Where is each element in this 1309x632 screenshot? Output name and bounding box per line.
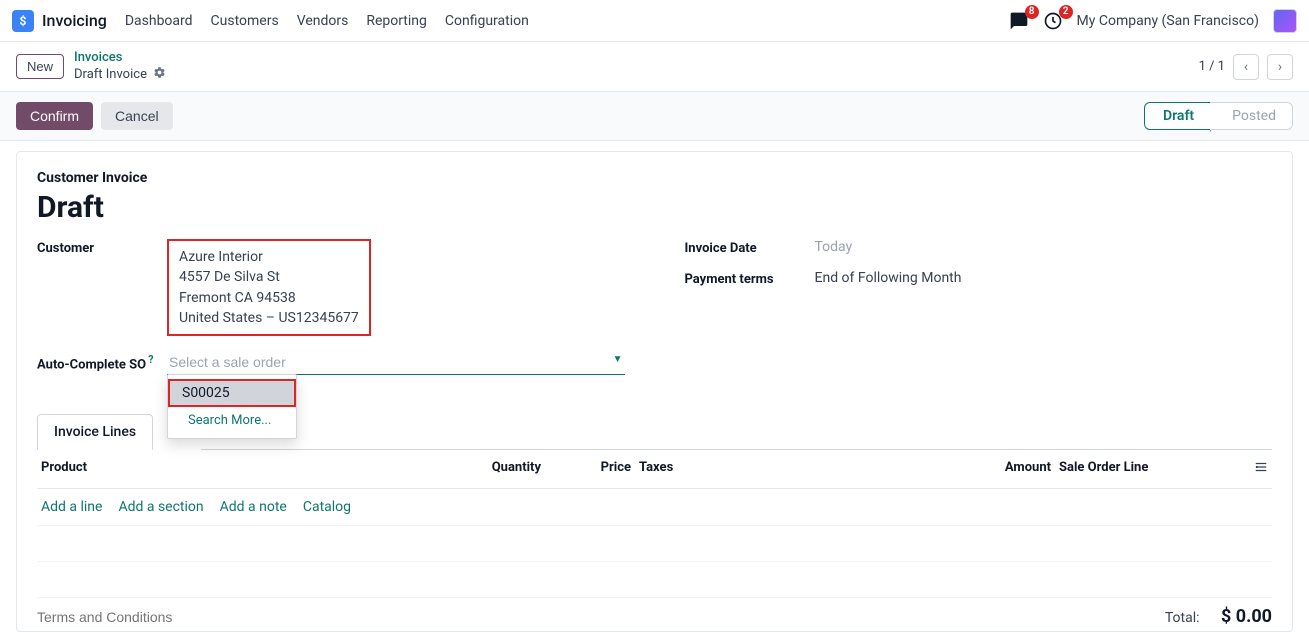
app-icon[interactable]: $ [12, 10, 34, 32]
pager: 1 / 1 ‹ › [1199, 54, 1293, 80]
section-title: Customer Invoice [37, 170, 1272, 186]
avatar[interactable] [1273, 9, 1297, 33]
label-payment-terms: Payment terms [685, 270, 815, 287]
breadcrumb-sub-text: Draft Invoice [74, 67, 147, 83]
line-actions: Add a line Add a section Add a note Cata… [37, 489, 1272, 525]
value-invoice-date[interactable]: Today [815, 239, 853, 256]
nav-right: 8 2 My Company (San Francisco) [1009, 9, 1297, 33]
col-taxes: Taxes [631, 460, 951, 478]
clock-badge: 2 [1059, 5, 1073, 19]
total-label: Total: [1165, 610, 1200, 626]
col-quantity: Quantity [421, 460, 541, 478]
value-payment-terms[interactable]: End of Following Month [815, 270, 962, 287]
terms-input[interactable] [37, 609, 297, 625]
control-row: New Invoices Draft Invoice 1 / 1 ‹ › [0, 42, 1309, 92]
pager-next[interactable]: › [1267, 54, 1293, 80]
field-payment-terms: Payment terms End of Following Month [685, 270, 1273, 287]
form-col-right: Invoice Date Today Payment terms End of … [685, 239, 1273, 389]
nav-customers[interactable]: Customers [211, 13, 279, 29]
col-product: Product [41, 460, 421, 478]
nav-vendors[interactable]: Vendors [297, 13, 349, 29]
catalog[interactable]: Catalog [303, 499, 351, 515]
label-customer: Customer [37, 239, 167, 336]
tab-invoice-lines[interactable]: Invoice Lines [37, 414, 153, 450]
ac-option-s00025[interactable]: S00025 [168, 379, 296, 407]
field-invoice-date: Invoice Date Today [685, 239, 1273, 256]
sheet-footer: Total: $ 0.00 [37, 606, 1272, 627]
ac-option-search-more[interactable]: Search More... [168, 407, 296, 434]
help-icon[interactable]: ? [148, 353, 153, 366]
status-posted[interactable]: Posted [1210, 102, 1293, 130]
gear-icon[interactable] [153, 66, 166, 84]
confirm-button[interactable]: Confirm [16, 102, 93, 130]
form-col-left: Customer Azure Interior 4557 De Silva St… [37, 239, 625, 389]
chat-icon[interactable]: 8 [1009, 11, 1029, 31]
add-a-section[interactable]: Add a section [118, 499, 203, 515]
autocomplete-input-wrap: ▼ S00025 Search More... [167, 350, 625, 375]
chat-badge: 8 [1025, 5, 1039, 19]
pager-text: 1 / 1 [1199, 59, 1225, 74]
col-amount: Amount [951, 460, 1051, 478]
customer-city: Fremont CA 94538 [179, 288, 359, 308]
field-autocomplete-so: Auto-Complete SO? ▼ S00025 Search More..… [37, 350, 625, 375]
add-a-line[interactable]: Add a line [41, 499, 102, 515]
breadcrumb: Invoices Draft Invoice [74, 50, 166, 83]
cancel-button[interactable]: Cancel [101, 102, 173, 130]
status-draft[interactable]: Draft [1144, 102, 1210, 130]
nav-links: Dashboard Customers Vendors Reporting Co… [125, 13, 529, 29]
col-price: Price [541, 460, 631, 478]
table-row [37, 561, 1272, 597]
chevron-down-icon[interactable]: ▼ [613, 354, 623, 365]
app-name[interactable]: Invoicing [42, 11, 107, 30]
autocomplete-dropdown: S00025 Search More... [167, 374, 297, 439]
nav-reporting[interactable]: Reporting [366, 13, 427, 29]
company-name[interactable]: My Company (San Francisco) [1077, 13, 1259, 29]
label-invoice-date: Invoice Date [685, 239, 815, 256]
table-row [37, 525, 1272, 561]
breadcrumb-sub: Draft Invoice [74, 66, 166, 84]
clock-icon[interactable]: 2 [1043, 11, 1063, 31]
navbar: $ Invoicing Dashboard Customers Vendors … [0, 0, 1309, 42]
add-a-note[interactable]: Add a note [220, 499, 287, 515]
table-head: Product Quantity Price Taxes Amount Sale… [37, 450, 1272, 489]
total-amount: $ 0.00 [1221, 606, 1272, 627]
col-sale-order-line: Sale Order Line [1051, 460, 1238, 478]
pager-prev[interactable]: ‹ [1233, 54, 1259, 80]
field-customer: Customer Azure Interior 4557 De Silva St… [37, 239, 625, 336]
nav-configuration[interactable]: Configuration [445, 13, 529, 29]
total-block: Total: $ 0.00 [1165, 606, 1272, 627]
nav-dashboard[interactable]: Dashboard [125, 13, 193, 29]
customer-name: Azure Interior [179, 247, 359, 267]
autocomplete-input[interactable] [167, 350, 625, 375]
breadcrumb-link[interactable]: Invoices [74, 50, 166, 66]
form-grid: Customer Azure Interior 4557 De Silva St… [37, 239, 1272, 389]
statusbar: Draft Posted [1144, 102, 1293, 130]
customer-address-box[interactable]: Azure Interior 4557 De Silva St Fremont … [167, 239, 371, 336]
customer-country-vat: United States – US12345677 [179, 308, 359, 328]
label-autocomplete-so: Auto-Complete SO? [37, 353, 167, 372]
form-sheet: Customer Invoice Draft Customer Azure In… [16, 151, 1293, 632]
action-bar: Confirm Cancel Draft Posted [0, 92, 1309, 141]
page-title: Draft [37, 190, 1272, 225]
customer-street: 4557 De Silva St [179, 267, 359, 287]
new-button[interactable]: New [16, 54, 64, 79]
col-settings-icon[interactable] [1238, 460, 1268, 478]
